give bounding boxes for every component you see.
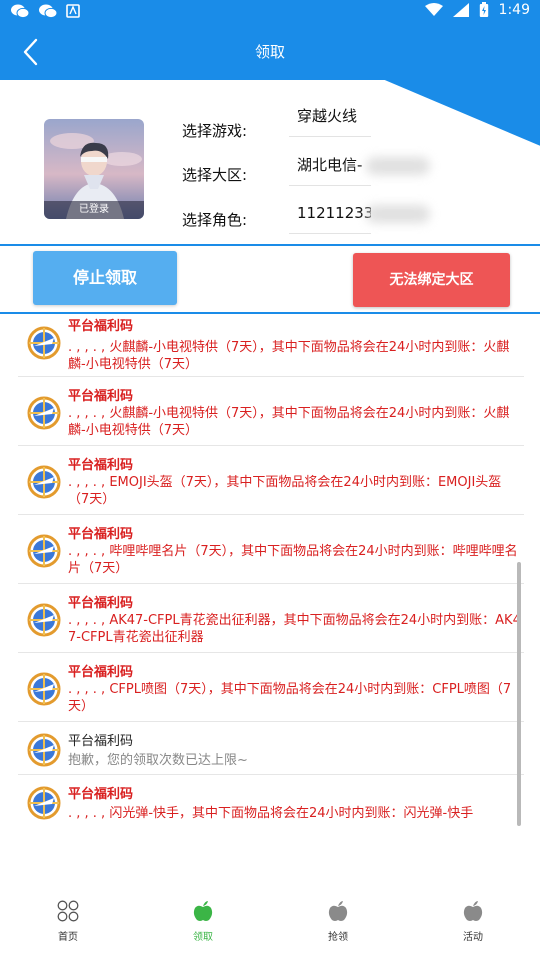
message-title: 平台福利码: [68, 389, 134, 404]
wechat-icon: [39, 4, 58, 19]
redacted-region: [366, 157, 430, 175]
redacted-role: [366, 205, 430, 223]
message-title: 平台福利码: [68, 734, 134, 749]
wechat-icon: [11, 4, 30, 19]
message-title: 平台福利码: [68, 319, 134, 334]
apple-icon: [328, 901, 348, 921]
message-body: . , , . , 火麒麟-小电视特供（7天），其中下面物品将会在24小时内到账…: [68, 340, 510, 372]
message-body: . , , . , EMOJI头盔（7天），其中下面物品将会在24小时内到账：E…: [68, 475, 502, 507]
region-label: 选择大区:: [182, 166, 248, 184]
list-item[interactable]: 平台福利码 . , , . , 闪光弹-快手，其中下面物品将会在24小时内到账：…: [18, 775, 524, 835]
list-item[interactable]: 平台福利码 . , , . , CFPL喷图（7天），其中下面物品将会在24小时…: [18, 653, 524, 722]
list-item[interactable]: 平台福利码 . , , . , 火麒麟-小电视特供（7天），其中下面物品将会在2…: [18, 314, 524, 377]
badge-icon: [27, 786, 61, 820]
message-body: . , , . , 哔哩哔哩名片（7天），其中下面物品将会在24小时内到账：哔哩…: [68, 544, 518, 576]
message-title: 平台福利码: [68, 458, 134, 473]
page-title: 领取: [254, 43, 285, 61]
region-select[interactable]: 湖北电信-: [289, 146, 371, 186]
list-item[interactable]: 平台福利码 . , , . , 火麒麟-小电视特供（7天），其中下面物品将会在2…: [18, 377, 524, 446]
list-item[interactable]: 平台福利码 . , , . , 哔哩哔哩名片（7天），其中下面物品将会在24小时…: [18, 515, 524, 584]
nav-label: 首页: [58, 932, 78, 943]
badge-icon: [27, 603, 61, 637]
message-title: 平台福利码: [68, 527, 134, 542]
nav-item-home[interactable]: 首页: [38, 900, 98, 943]
badge-icon: [27, 733, 61, 767]
app-header: 领取: [0, 24, 540, 80]
status-time: 1:49: [498, 2, 530, 18]
message-body: . , , . , 闪光弹-快手，其中下面物品将会在24小时内到账：闪光弹-快手: [68, 806, 474, 821]
header-decoration: [384, 80, 540, 146]
battery-icon: [479, 2, 488, 17]
message-list[interactable]: 平台福利码 . , , . , 火麒麟-小电视特供（7天），其中下面物品将会在2…: [18, 314, 524, 844]
nav-item-claim[interactable]: 领取: [173, 900, 233, 943]
nav-label: 抢领: [328, 932, 348, 943]
apple-icon: [463, 901, 483, 921]
apple-icon: [193, 901, 213, 921]
badge-icon: [27, 465, 61, 499]
message-body: . , , . , 火麒麟-小电视特供（7天），其中下面物品将会在24小时内到账…: [68, 406, 510, 438]
nav-label: 领取: [193, 932, 213, 943]
message-title: 平台福利码: [68, 787, 134, 802]
badge-icon: [27, 326, 61, 360]
grid-icon: [57, 900, 79, 922]
signal-icon: [452, 3, 469, 17]
role-label: 选择角色:: [182, 211, 248, 229]
game-select[interactable]: 穿越火线: [289, 97, 371, 137]
message-body: 抱歉，您的领取次数已达上限~: [68, 753, 248, 768]
list-item[interactable]: 平台福利码 . , , . , EMOJI头盔（7天），其中下面物品将会在24小…: [18, 446, 524, 515]
wifi-icon: [424, 3, 443, 16]
game-label: 选择游戏:: [182, 122, 248, 140]
status-bar: 1:49: [0, 0, 540, 24]
message-body: . , , . , CFPL喷图（7天），其中下面物品将会在24小时内到账：CF…: [68, 682, 512, 714]
badge-icon: [27, 672, 61, 706]
message-body: . , , . , AK47-CFPL青花瓷出征利器，其中下面物品将会在24小时…: [68, 613, 521, 645]
avatar[interactable]: 已登录: [44, 119, 144, 219]
nav-item-activity[interactable]: 活动: [443, 900, 503, 943]
message-title: 平台福利码: [68, 596, 134, 611]
login-status-label: 已登录: [44, 201, 144, 219]
stop-claim-button[interactable]: 停止领取: [33, 251, 177, 305]
list-scrollbar[interactable]: [517, 562, 521, 826]
list-item[interactable]: 平台福利码 抱歉，您的领取次数已达上限~: [18, 722, 524, 775]
app-notification-icon: [66, 4, 80, 18]
badge-icon: [27, 396, 61, 430]
bind-region-button[interactable]: 无法绑定大区: [353, 253, 510, 307]
nav-item-grab[interactable]: 抢领: [308, 900, 368, 943]
list-item[interactable]: 平台福利码 . , , . , AK47-CFPL青花瓷出征利器，其中下面物品将…: [18, 584, 524, 653]
account-panel: 已登录 选择游戏: 穿越火线 选择大区: 湖北电信- 选择角色: 1121123…: [0, 80, 540, 246]
badge-icon: [27, 534, 61, 568]
message-title: 平台福利码: [68, 665, 134, 680]
bottom-navigation: 首页 领取 抢领 活动: [0, 886, 540, 960]
role-select[interactable]: 11211233: [289, 194, 371, 234]
nav-label: 活动: [463, 932, 483, 943]
